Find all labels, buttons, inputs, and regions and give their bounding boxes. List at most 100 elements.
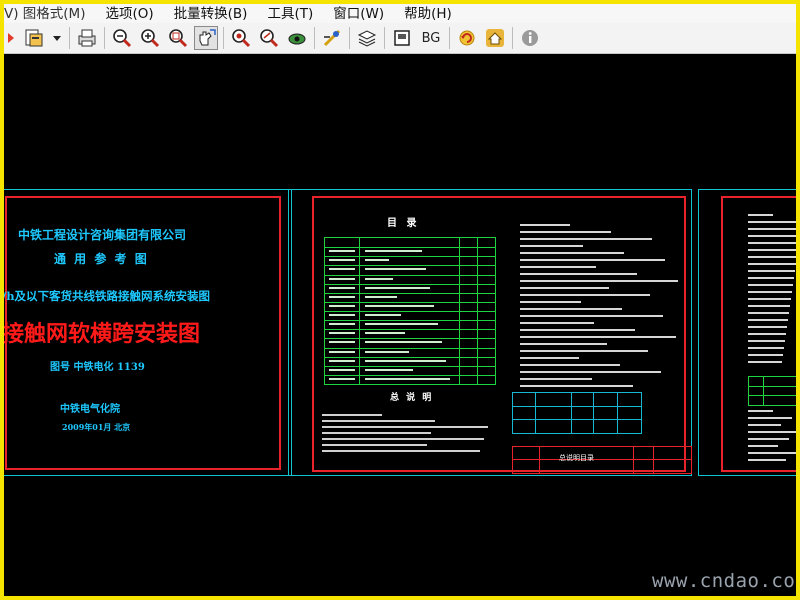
watermark: www.cndao.com xyxy=(652,570,800,592)
print-preview-icon[interactable] xyxy=(390,26,414,50)
catalog-entry-text xyxy=(365,314,401,316)
cad-text-line xyxy=(748,354,783,356)
catalog-entry-text xyxy=(365,259,389,262)
zoom-realtime-icon[interactable] xyxy=(257,26,281,50)
catalog-table-row-line xyxy=(325,265,495,267)
menu-batch-convert[interactable]: 批量转换(B) xyxy=(164,2,258,22)
cad-text-line xyxy=(748,438,789,440)
cad-text-line xyxy=(520,357,579,359)
catalog-entry-text xyxy=(365,377,450,380)
menu-tools[interactable]: 工具(T) xyxy=(257,2,323,22)
cad-text-line xyxy=(748,333,786,335)
catalog-table-col-line xyxy=(359,238,360,384)
cad-text-line xyxy=(748,445,778,447)
cad-text-line xyxy=(520,371,661,373)
layer-eye-icon[interactable] xyxy=(285,26,309,50)
cad-text-line xyxy=(520,308,622,310)
cover-date: 2009年01月 北京 xyxy=(62,422,131,432)
zoom-extents-icon[interactable] xyxy=(229,26,253,50)
cad-text-line xyxy=(520,238,652,240)
cad-text-line xyxy=(520,385,633,387)
catalog-table-row-line xyxy=(325,365,495,367)
cad-text-line xyxy=(520,273,637,275)
cad-text-line xyxy=(748,347,784,349)
cad-text-line xyxy=(322,414,382,416)
measure-icon[interactable] xyxy=(320,26,344,50)
zoom-out-icon[interactable] xyxy=(110,26,134,50)
cad-text-line xyxy=(748,361,782,363)
catalog-title: 目 录 xyxy=(387,218,420,229)
catalog-entry-code xyxy=(329,286,355,289)
bg-color-button[interactable]: BG xyxy=(418,26,444,50)
cad-text-line xyxy=(322,420,435,422)
cad-text-line xyxy=(748,242,796,244)
dropdown-arrow-icon[interactable] xyxy=(50,26,64,50)
toolbar-separator xyxy=(349,27,350,49)
cover-system-line: /h及以下客货共线铁路接触网系统安装图 xyxy=(4,289,211,303)
cad-text-line xyxy=(748,326,787,328)
cad-text-line xyxy=(520,315,663,317)
zoom-window-icon[interactable] xyxy=(166,26,190,50)
cad-text-line xyxy=(520,287,609,289)
catalog-table-row-line xyxy=(325,283,495,285)
catalog-entry-code xyxy=(329,295,355,298)
catalog-table-row-line xyxy=(325,374,495,376)
open-file-icon[interactable] xyxy=(22,26,46,50)
catalog-table-row-line xyxy=(325,338,495,340)
cad-text-line xyxy=(748,410,773,412)
menu-options[interactable]: 选项(O) xyxy=(95,2,163,22)
catalog-entry-code xyxy=(329,277,355,280)
about-icon[interactable] xyxy=(518,26,542,50)
catalog-table-row-line xyxy=(325,311,495,312)
cad-text-line xyxy=(322,450,480,452)
cover-drawing-no: 图号 中铁电化 1139 xyxy=(50,362,145,373)
print-icon[interactable] xyxy=(75,26,99,50)
toolbar-separator xyxy=(449,27,450,49)
cad-text-line xyxy=(748,305,790,307)
cad-text-line xyxy=(520,245,583,247)
cover-institute: 中铁电气化院 xyxy=(60,404,120,415)
catalog-entry-text xyxy=(365,295,397,298)
catalog-entry-text xyxy=(365,359,446,362)
notes-title: 总 说 明 xyxy=(390,393,434,403)
cad-text-line xyxy=(322,426,488,428)
cad-text-line xyxy=(748,417,792,419)
catalog-table-row-line xyxy=(325,301,495,303)
cad-text-line xyxy=(322,444,427,446)
catalog-table-row-line xyxy=(325,329,495,331)
cad-text-line xyxy=(520,322,594,324)
toolbar: BG xyxy=(4,23,796,54)
cad-text-line xyxy=(748,424,781,426)
pan-hand-icon[interactable] xyxy=(194,26,218,50)
layers-icon[interactable] xyxy=(355,26,379,50)
drawing-canvas[interactable]: 中铁工程设计咨询集团有限公司 通 用 参 考 图 /h及以下客货共线铁路接触网系… xyxy=(4,54,796,596)
catalog-entry-code xyxy=(329,304,355,307)
cad-text-line xyxy=(520,364,620,366)
toolbar-separator xyxy=(104,27,105,49)
spec-table xyxy=(512,392,642,434)
title-block-label: 总说明目录 xyxy=(559,454,594,462)
cad-text-line xyxy=(520,329,635,331)
cad-text-line xyxy=(748,298,791,300)
catalog-table-row-line xyxy=(325,256,495,258)
catalog-entry-text xyxy=(365,332,405,335)
cad-text-line xyxy=(520,294,650,296)
previous-tool-icon[interactable] xyxy=(4,26,18,50)
catalog-entry-text xyxy=(365,268,426,271)
cad-text-line xyxy=(520,224,570,226)
menu-format[interactable]: V) 图格式(M) xyxy=(4,2,95,22)
cad-text-line xyxy=(748,228,796,230)
catalog-entry-code xyxy=(329,323,355,326)
zoom-in-icon[interactable] xyxy=(138,26,162,50)
title-block: 总说明目录 xyxy=(512,446,692,474)
catalog-entry-code xyxy=(329,314,355,316)
reload-icon[interactable] xyxy=(455,26,479,50)
catalog-table-row-line xyxy=(325,247,495,249)
catalog-entry-text xyxy=(365,304,434,307)
home-icon[interactable] xyxy=(483,26,507,50)
catalog-entry-code xyxy=(329,377,355,380)
menu-window[interactable]: 窗口(W) xyxy=(323,2,394,22)
catalog-entry-text xyxy=(365,277,393,280)
cad-text-line xyxy=(520,280,678,282)
menu-help[interactable]: 帮助(H) xyxy=(394,2,462,22)
